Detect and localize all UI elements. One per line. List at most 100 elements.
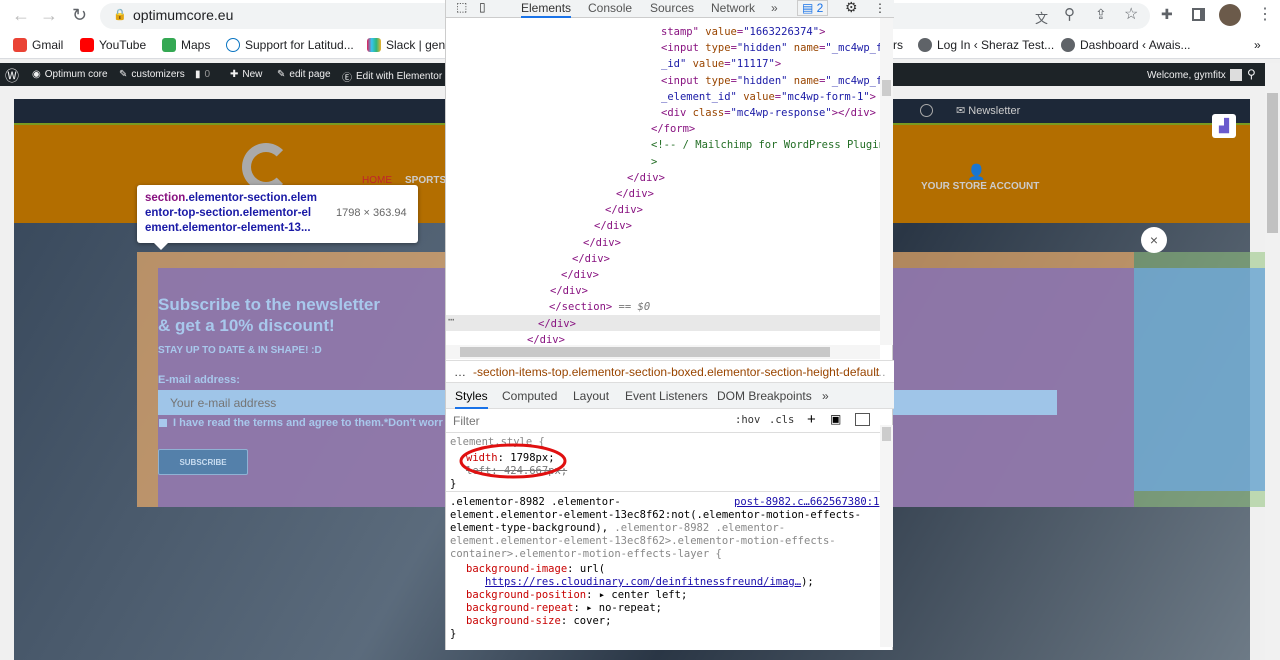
wp-edit-elementor[interactable]: Ⓔ Edit with Elementor bbox=[342, 69, 442, 84]
tab-layout[interactable]: Layout bbox=[573, 389, 609, 403]
bookmark-slack[interactable]: Slack | gene bbox=[367, 38, 452, 52]
device-toolbar-icon[interactable]: ▯ bbox=[479, 0, 486, 14]
more-style-tabs-button[interactable]: » bbox=[822, 389, 829, 403]
back-icon[interactable]: ← bbox=[12, 5, 30, 26]
node-actions-icon[interactable]: ⋯ bbox=[448, 314, 454, 326]
declaration-bg-size[interactable]: background-size: cover; bbox=[450, 615, 880, 628]
search-icon[interactable]: ⚲ bbox=[1247, 67, 1256, 81]
bookmark-awais[interactable]: Dashboard ‹ Awais... bbox=[1061, 38, 1191, 52]
tab-console[interactable]: Console bbox=[588, 1, 632, 15]
inspect-element-icon[interactable]: ⬚ bbox=[456, 0, 467, 14]
scrollbar-thumb[interactable] bbox=[882, 427, 891, 441]
dom-node-line[interactable]: </div> bbox=[538, 316, 576, 332]
extensions-icon[interactable]: ✚ bbox=[1161, 6, 1173, 23]
wp-edit-page[interactable]: ✎ edit page bbox=[277, 69, 331, 80]
forward-icon[interactable]: → bbox=[40, 5, 58, 26]
paint-brush-icon[interactable]: ▣ bbox=[830, 412, 841, 426]
bookmark-dell[interactable]: Support for Latitud... bbox=[226, 38, 354, 52]
wp-new[interactable]: ✚ New bbox=[230, 69, 262, 80]
reload-icon[interactable]: ↻ bbox=[72, 5, 87, 26]
settings-gear-icon[interactable]: ⚙ bbox=[845, 0, 858, 16]
wp-customizers[interactable]: ✎ customizers bbox=[119, 69, 185, 80]
menu-icon[interactable]: ⋮ bbox=[1257, 4, 1273, 24]
dom-node-line[interactable]: </div> bbox=[572, 251, 610, 267]
profile-avatar[interactable] bbox=[1219, 4, 1241, 26]
tab-sources[interactable]: Sources bbox=[650, 1, 694, 15]
declaration-bg-image[interactable]: background-image: url( bbox=[450, 563, 880, 576]
side-panel-icon[interactable] bbox=[1192, 8, 1205, 21]
devtools-menu-icon[interactable]: ⋮ bbox=[874, 1, 886, 15]
tab-computed[interactable]: Computed bbox=[502, 389, 557, 403]
scrollbar-thumb[interactable] bbox=[882, 80, 891, 96]
dom-node-line[interactable]: </div> bbox=[594, 218, 632, 234]
translate-icon[interactable]: 文 bbox=[1035, 8, 1048, 27]
more-tabs-button[interactable]: » bbox=[771, 1, 778, 15]
bookmark-maps[interactable]: Maps bbox=[162, 38, 210, 52]
dom-node-line[interactable]: _element_id" value="mc4wp-form-1"> bbox=[661, 89, 876, 105]
popup-close-button[interactable]: × bbox=[1141, 227, 1167, 253]
dom-node-line[interactable]: </div> bbox=[627, 170, 665, 186]
dom-node-line[interactable]: <input type="hidden" name="_mc4wp_f bbox=[661, 40, 880, 56]
new-rule-plus-icon[interactable]: + bbox=[807, 411, 816, 428]
tab-dom-breakpoints[interactable]: DOM Breakpoints bbox=[717, 389, 812, 403]
dom-node-line[interactable]: </div> bbox=[550, 283, 588, 299]
tab-event-listeners[interactable]: Event Listeners bbox=[625, 389, 708, 403]
issues-badge[interactable]: ▤ 2 bbox=[797, 0, 829, 16]
dom-horizontal-scrollbar[interactable] bbox=[446, 345, 880, 359]
wp-site-name[interactable]: ◉ Optimum core bbox=[32, 69, 108, 80]
terms-checkbox[interactable] bbox=[159, 419, 167, 427]
dom-node-line[interactable]: </div> bbox=[527, 332, 565, 345]
wp-comments[interactable]: ▮ 0 bbox=[195, 69, 210, 80]
dom-node-line[interactable]: </div> bbox=[605, 202, 643, 218]
page-scrollbar[interactable] bbox=[1265, 63, 1280, 660]
breadcrumb-item[interactable]: -section-items-top.elementor-section-box… bbox=[473, 365, 879, 379]
wp-account[interactable]: Welcome, gymfitx bbox=[1147, 69, 1242, 81]
tab-elements[interactable]: Elements bbox=[521, 1, 572, 18]
share-icon[interactable]: ⇪ bbox=[1095, 6, 1107, 23]
message-icon: ▤ bbox=[802, 1, 817, 15]
dom-scrollbar[interactable] bbox=[880, 18, 893, 345]
bookmark-gmail[interactable]: Gmail bbox=[13, 38, 63, 52]
subscribe-button[interactable]: SUBSCRIBE bbox=[158, 449, 248, 475]
rule-source-link[interactable]: post-8982.c…662567380:1 bbox=[734, 496, 879, 509]
bookmark-youtube[interactable]: YouTube bbox=[80, 38, 146, 52]
site-logo[interactable] bbox=[242, 143, 290, 191]
declaration-bg-position[interactable]: background-position: ▸ center left; bbox=[450, 589, 880, 602]
dom-node-line[interactable]: _id" value="11117"> bbox=[661, 56, 781, 72]
tab-styles[interactable]: Styles bbox=[455, 389, 488, 409]
bookmark-partial[interactable]: rs bbox=[893, 38, 903, 52]
bookmark-star-icon[interactable]: ☆ bbox=[1124, 4, 1138, 24]
dom-node-line[interactable]: > bbox=[651, 154, 657, 170]
scrollbar-thumb[interactable] bbox=[1267, 93, 1278, 233]
wordpress-logo-icon[interactable]: Ⓦ bbox=[5, 66, 19, 86]
dom-node-line[interactable]: </section> == $0 bbox=[549, 299, 650, 315]
url-text[interactable]: optimumcore.eu bbox=[133, 7, 233, 23]
dom-node-line[interactable]: </div> bbox=[616, 186, 654, 202]
close-circle-icon[interactable] bbox=[920, 104, 933, 117]
dom-node-line[interactable]: stamp" value="1663226374"> bbox=[661, 24, 825, 40]
dom-node-line[interactable]: </div> bbox=[583, 235, 621, 251]
dom-node-line[interactable]: <input type="hidden" name="_mc4wp_f bbox=[661, 73, 880, 89]
styles-scrollbar[interactable] bbox=[880, 425, 893, 647]
bg-url-link[interactable]: https://res.cloudinary.com/deinfitnessfr… bbox=[485, 576, 801, 588]
dom-node-line[interactable]: </form> bbox=[651, 121, 695, 137]
newsletter-link[interactable]: ✉ Newsletter bbox=[956, 104, 1020, 117]
hov-toggle[interactable]: :hov bbox=[735, 414, 760, 426]
breadcrumb-ellipsis[interactable]: … bbox=[454, 365, 466, 379]
selected-node-row[interactable] bbox=[446, 315, 880, 331]
dom-node-line[interactable]: </div> bbox=[561, 267, 599, 283]
store-account-link[interactable]: YOUR STORE ACCOUNT bbox=[921, 181, 1039, 192]
toggle-sidebar-icon[interactable] bbox=[855, 413, 870, 426]
bookmark-sheraz[interactable]: Log In ‹ Sheraz Test... bbox=[918, 38, 1054, 52]
dom-node-line[interactable]: <!-- / Mailchimp for WordPress Plugin bbox=[651, 137, 880, 153]
dom-node-line[interactable]: <div class="mc4wp-response"></div> bbox=[661, 105, 876, 121]
analytics-chart-icon[interactable]: ▟ bbox=[1212, 114, 1236, 138]
zoom-icon[interactable]: ⚲ bbox=[1064, 5, 1075, 23]
scrollbar-thumb[interactable] bbox=[460, 347, 830, 357]
cls-toggle[interactable]: .cls bbox=[769, 414, 794, 426]
styles-filter-input[interactable] bbox=[449, 411, 724, 431]
declaration-bg-repeat[interactable]: background-repeat: ▸ no-repeat; bbox=[450, 602, 880, 615]
breadcrumb-more[interactable]: … bbox=[874, 365, 886, 379]
tab-network[interactable]: Network bbox=[711, 1, 755, 15]
more-bookmarks-button[interactable]: » bbox=[1254, 38, 1261, 52]
